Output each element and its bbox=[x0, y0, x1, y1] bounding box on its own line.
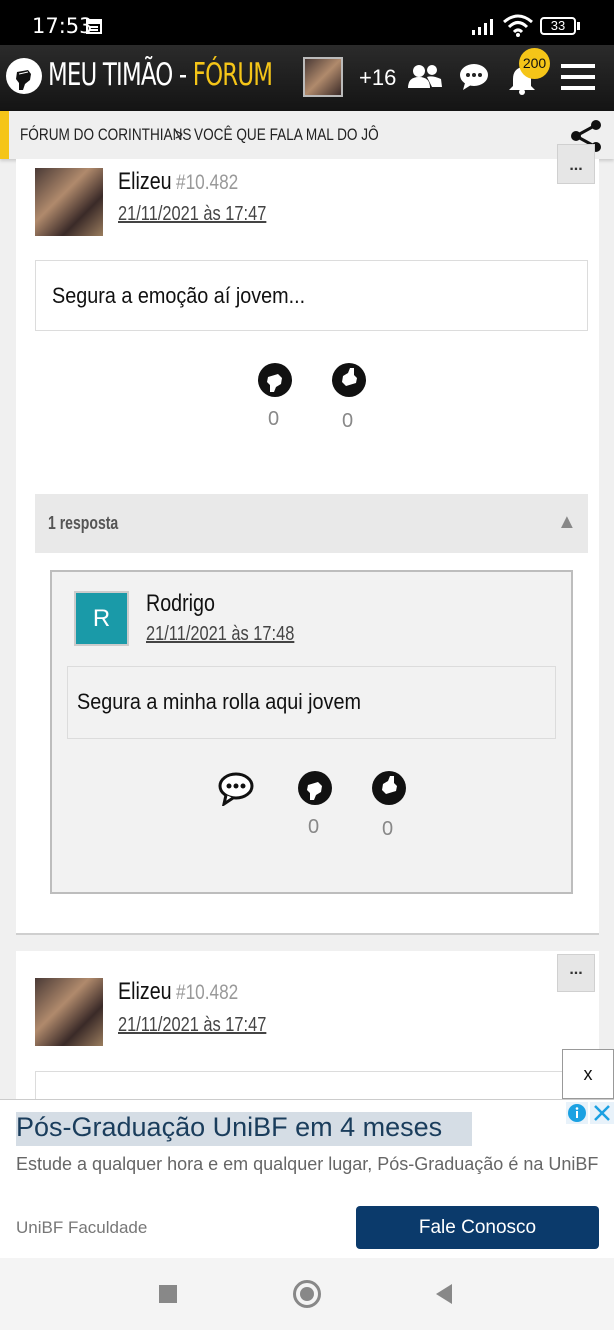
logo-fist-icon[interactable] bbox=[6, 58, 42, 94]
app-header: MEU TIMÃO - FÓRUM +16 200 bbox=[0, 45, 614, 111]
reply-dislike-count: 0 bbox=[382, 818, 394, 840]
chat-icon[interactable] bbox=[459, 63, 489, 91]
reply-avatar[interactable]: R bbox=[74, 591, 129, 646]
home-circle-icon[interactable] bbox=[293, 1280, 321, 1308]
author-avatar[interactable] bbox=[35, 168, 103, 236]
ad-advertiser: UniBF Faculdade bbox=[16, 1218, 148, 1237]
ad-info-icon[interactable] bbox=[566, 1102, 588, 1124]
system-nav-bar bbox=[0, 1258, 614, 1330]
reply-like-fist-icon[interactable] bbox=[298, 771, 332, 805]
ad-title[interactable]: Pós-Graduação UniBF em 4 meses bbox=[16, 1112, 442, 1143]
message-text: Segura a emoção aí jovem... bbox=[52, 283, 306, 308]
like-count: 0 bbox=[268, 408, 280, 430]
battery-level: 33 bbox=[550, 18, 566, 33]
logo-forum-text: FÓRUM bbox=[192, 57, 273, 93]
collapse-arrow-icon[interactable]: ▲ bbox=[557, 511, 577, 534]
battery-icon: 33 bbox=[540, 17, 576, 35]
post-number: #10.482 bbox=[176, 981, 239, 1004]
calendar-icon bbox=[86, 19, 102, 34]
recents-square-icon[interactable] bbox=[159, 1285, 177, 1303]
post-card: ... Elizeu #10.482 21/11/2021 às 17:47 S… bbox=[16, 144, 599, 933]
reply-author-name[interactable]: Rodrigo bbox=[146, 590, 215, 618]
wifi-icon bbox=[503, 14, 533, 37]
author-name[interactable]: Elizeu bbox=[118, 168, 172, 196]
breadcrumb: FÓRUM DO CORINTHIANS > VOCÊ QUE FALA MAL… bbox=[0, 111, 614, 159]
dislike-fist-icon[interactable] bbox=[332, 363, 366, 397]
back-triangle-icon[interactable] bbox=[434, 1283, 454, 1305]
post-card: ... Elizeu #10.482 21/11/2021 às 17:47 bbox=[16, 951, 599, 1111]
reply-dislike-fist-icon[interactable] bbox=[372, 771, 406, 805]
status-bar: 17:53 33 bbox=[0, 0, 614, 50]
post-date-link[interactable]: 21/11/2021 às 17:47 bbox=[118, 203, 266, 226]
users-icon[interactable] bbox=[407, 63, 443, 89]
dislike-count: 0 bbox=[342, 410, 354, 432]
notification-badge[interactable]: 200 bbox=[519, 48, 550, 79]
like-fist-icon[interactable] bbox=[258, 363, 292, 397]
logo-main-text: MEU TIMÃO - bbox=[48, 57, 193, 93]
ad-close-label: x bbox=[583, 1064, 593, 1084]
ad-banner[interactable]: Pós-Graduação UniBF em 4 meses Estude a … bbox=[0, 1099, 614, 1258]
ad-close-button[interactable]: x bbox=[562, 1049, 614, 1099]
ad-cta-button[interactable]: Fale Conosco bbox=[356, 1206, 599, 1249]
battery-tip bbox=[577, 22, 580, 30]
online-count[interactable]: +16 bbox=[359, 65, 396, 91]
reply-item: R Rodrigo 21/11/2021 às 17:48 Segura a m… bbox=[50, 570, 573, 894]
reply-like-count: 0 bbox=[308, 816, 320, 838]
author-avatar[interactable] bbox=[35, 978, 103, 1046]
reply-message-box: Segura a minha rolla aqui jovem bbox=[67, 666, 556, 739]
post-menu-button[interactable]: ... bbox=[557, 144, 595, 184]
hamburger-menu-icon[interactable] bbox=[561, 63, 595, 91]
reply-comment-icon[interactable] bbox=[218, 772, 254, 806]
reply-avatar-letter: R bbox=[92, 605, 111, 632]
post-menu-button[interactable]: ... bbox=[557, 954, 595, 992]
author-name[interactable]: Elizeu bbox=[118, 978, 172, 1006]
post-date-link[interactable]: 21/11/2021 às 17:47 bbox=[118, 1014, 266, 1037]
breadcrumb-forum-link[interactable]: FÓRUM DO CORINTHIANS bbox=[20, 125, 192, 145]
ad-x-icon[interactable] bbox=[590, 1102, 614, 1124]
ad-cta-label: Fale Conosco bbox=[418, 1217, 537, 1238]
replies-header[interactable]: 1 resposta ▲ bbox=[35, 494, 588, 553]
user-avatar[interactable] bbox=[303, 57, 343, 97]
breadcrumb-topic-link[interactable]: VOCÊ QUE FALA MAL DO JÔ bbox=[194, 125, 379, 145]
signal-icon bbox=[472, 19, 493, 35]
message-box: Segura a emoção aí jovem... bbox=[35, 260, 588, 331]
logo-text[interactable]: MEU TIMÃO - FÓRUM bbox=[48, 57, 273, 93]
breadcrumb-separator: > bbox=[175, 125, 183, 144]
reply-message-text: Segura a minha rolla aqui jovem bbox=[77, 689, 361, 714]
replies-count-label: 1 resposta bbox=[48, 513, 119, 533]
divider bbox=[16, 933, 599, 935]
ad-description: Estude a qualquer hora e em qualquer lug… bbox=[16, 1154, 599, 1174]
reply-date-link[interactable]: 21/11/2021 às 17:48 bbox=[146, 623, 294, 646]
post-number: #10.482 bbox=[176, 171, 239, 194]
notification-count: 200 bbox=[522, 55, 547, 71]
status-time: 17:53 bbox=[32, 14, 93, 38]
